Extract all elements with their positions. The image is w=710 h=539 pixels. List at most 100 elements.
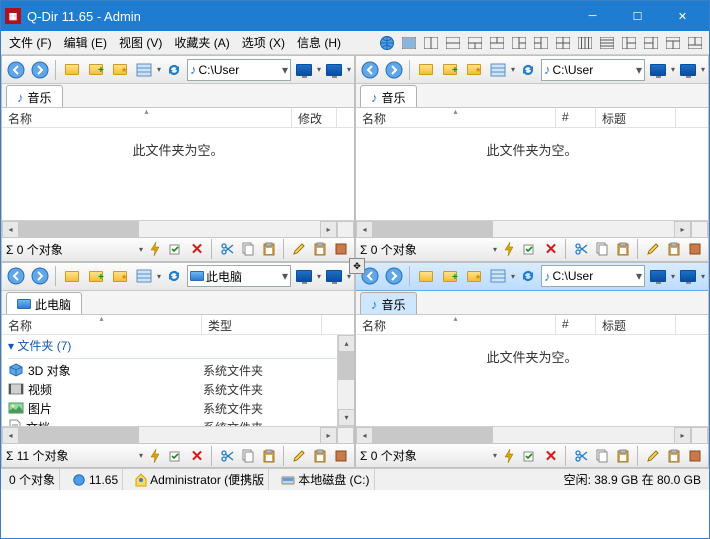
favorites-button[interactable] xyxy=(109,265,131,287)
folder-button[interactable] xyxy=(415,265,437,287)
copy-icon[interactable] xyxy=(239,447,257,465)
rename-icon[interactable] xyxy=(290,447,308,465)
paste-icon[interactable] xyxy=(260,240,278,258)
horizontal-scrollbar[interactable]: ◂▸ xyxy=(2,426,354,443)
split-center-button[interactable]: ✥ xyxy=(349,258,365,274)
monitor-b-button[interactable] xyxy=(323,265,345,287)
favorites-button[interactable] xyxy=(109,59,131,81)
clipboard-icon[interactable] xyxy=(665,447,683,465)
view-button[interactable] xyxy=(487,265,509,287)
group-header[interactable]: ▾ 文件夹 (7) xyxy=(2,335,354,356)
cut-icon[interactable] xyxy=(572,447,590,465)
monitor-b-button[interactable] xyxy=(677,59,699,81)
file-list[interactable]: 此文件夹为空。 xyxy=(356,335,708,427)
rename-icon[interactable] xyxy=(290,240,308,258)
filter-icon[interactable] xyxy=(332,447,350,465)
column-header[interactable]: ▴名称 xyxy=(2,315,202,334)
folder-button[interactable] xyxy=(61,265,83,287)
delete-icon[interactable]: ✕ xyxy=(542,240,560,258)
list-item[interactable]: 文档系统文件夹 xyxy=(2,418,354,427)
bolt-icon[interactable] xyxy=(500,240,518,258)
tab[interactable]: ♪音乐 xyxy=(360,85,417,107)
monitor-b-button[interactable] xyxy=(677,265,699,287)
tab[interactable]: 此电脑 xyxy=(6,292,82,314)
back-button[interactable] xyxy=(359,59,381,81)
tab[interactable]: ♪音乐 xyxy=(360,292,417,314)
check-icon[interactable] xyxy=(167,240,185,258)
filter-icon[interactable] xyxy=(686,447,704,465)
copy-icon[interactable] xyxy=(593,240,611,258)
copy-icon[interactable] xyxy=(593,447,611,465)
layout-2h-icon[interactable] xyxy=(443,34,463,52)
rename-icon[interactable] xyxy=(644,240,662,258)
file-list[interactable]: 此文件夹为空。 xyxy=(356,128,708,220)
refresh-button[interactable] xyxy=(517,265,539,287)
monitor-a-button[interactable] xyxy=(647,59,669,81)
close-button[interactable]: ✕ xyxy=(660,1,705,31)
monitor-a-button[interactable] xyxy=(647,265,669,287)
vertical-scrollbar[interactable]: ▴▾ xyxy=(337,335,354,427)
monitor-a-button[interactable] xyxy=(293,265,315,287)
clipboard-icon[interactable] xyxy=(665,240,683,258)
cut-icon[interactable] xyxy=(572,240,590,258)
forward-button[interactable] xyxy=(383,59,405,81)
clipboard-icon[interactable] xyxy=(311,240,329,258)
filter-icon[interactable] xyxy=(332,240,350,258)
list-item[interactable]: 视频系统文件夹 xyxy=(2,380,354,399)
menu-edit[interactable]: 编辑 (E) xyxy=(58,32,113,53)
column-header[interactable]: ▴名称 xyxy=(356,315,556,334)
layout-split-b-icon[interactable] xyxy=(641,34,661,52)
column-header[interactable]: # xyxy=(556,315,596,334)
forward-button[interactable] xyxy=(29,59,51,81)
check-icon[interactable] xyxy=(167,447,185,465)
layout-split-d-icon[interactable] xyxy=(685,34,705,52)
column-header[interactable]: 修改日 xyxy=(292,108,337,127)
new-folder-button[interactable] xyxy=(85,265,107,287)
path-combo[interactable]: ♪C:\User▾ xyxy=(541,59,645,81)
horizontal-scrollbar[interactable]: ◂▸ xyxy=(356,220,708,237)
layout-4h-icon[interactable] xyxy=(597,34,617,52)
check-icon[interactable] xyxy=(521,447,539,465)
bolt-icon[interactable] xyxy=(500,447,518,465)
list-item[interactable]: 3D 对象系统文件夹 xyxy=(2,361,354,380)
copy-icon[interactable] xyxy=(239,240,257,258)
rename-icon[interactable] xyxy=(644,447,662,465)
layout-3b-icon[interactable] xyxy=(487,34,507,52)
layout-4-icon[interactable] xyxy=(553,34,573,52)
menu-file[interactable]: 文件 (F) xyxy=(3,32,58,53)
filter-icon[interactable] xyxy=(686,240,704,258)
menu-info[interactable]: 信息 (H) xyxy=(291,32,347,53)
paste-icon[interactable] xyxy=(614,447,632,465)
layout-1-icon[interactable] xyxy=(399,34,419,52)
minimize-button[interactable]: ─ xyxy=(570,1,615,31)
list-item[interactable]: 图片系统文件夹 xyxy=(2,399,354,418)
file-list[interactable]: ▾ 文件夹 (7) 3D 对象系统文件夹视频系统文件夹图片系统文件夹文档系统文件夹… xyxy=(2,335,354,427)
favorites-button[interactable] xyxy=(463,59,485,81)
path-combo[interactable]: ♪C:\User▾ xyxy=(187,59,291,81)
layout-split-a-icon[interactable] xyxy=(619,34,639,52)
layout-4v-icon[interactable] xyxy=(575,34,595,52)
new-folder-button[interactable] xyxy=(439,59,461,81)
file-list[interactable]: 此文件夹为空。 xyxy=(2,128,354,220)
view-button[interactable] xyxy=(133,59,155,81)
column-header[interactable]: 标题 xyxy=(596,108,676,127)
menu-favorites[interactable]: 收藏夹 (A) xyxy=(168,32,235,53)
refresh-button[interactable] xyxy=(517,59,539,81)
cut-icon[interactable] xyxy=(218,447,236,465)
layout-3a-icon[interactable] xyxy=(465,34,485,52)
tab[interactable]: ♪音乐 xyxy=(6,85,63,107)
refresh-button[interactable] xyxy=(163,59,185,81)
path-combo[interactable]: ♪C:\User▾ xyxy=(541,265,645,287)
delete-icon[interactable]: ✕ xyxy=(188,447,206,465)
folder-button[interactable] xyxy=(415,59,437,81)
monitor-a-button[interactable] xyxy=(293,59,315,81)
refresh-button[interactable] xyxy=(163,265,185,287)
path-combo[interactable]: 此电脑▾ xyxy=(187,265,291,287)
delete-icon[interactable]: ✕ xyxy=(188,240,206,258)
clipboard-icon[interactable] xyxy=(311,447,329,465)
bolt-icon[interactable] xyxy=(146,447,164,465)
maximize-button[interactable]: ☐ xyxy=(615,1,660,31)
cut-icon[interactable] xyxy=(218,240,236,258)
new-folder-button[interactable] xyxy=(439,265,461,287)
forward-button[interactable] xyxy=(383,265,405,287)
